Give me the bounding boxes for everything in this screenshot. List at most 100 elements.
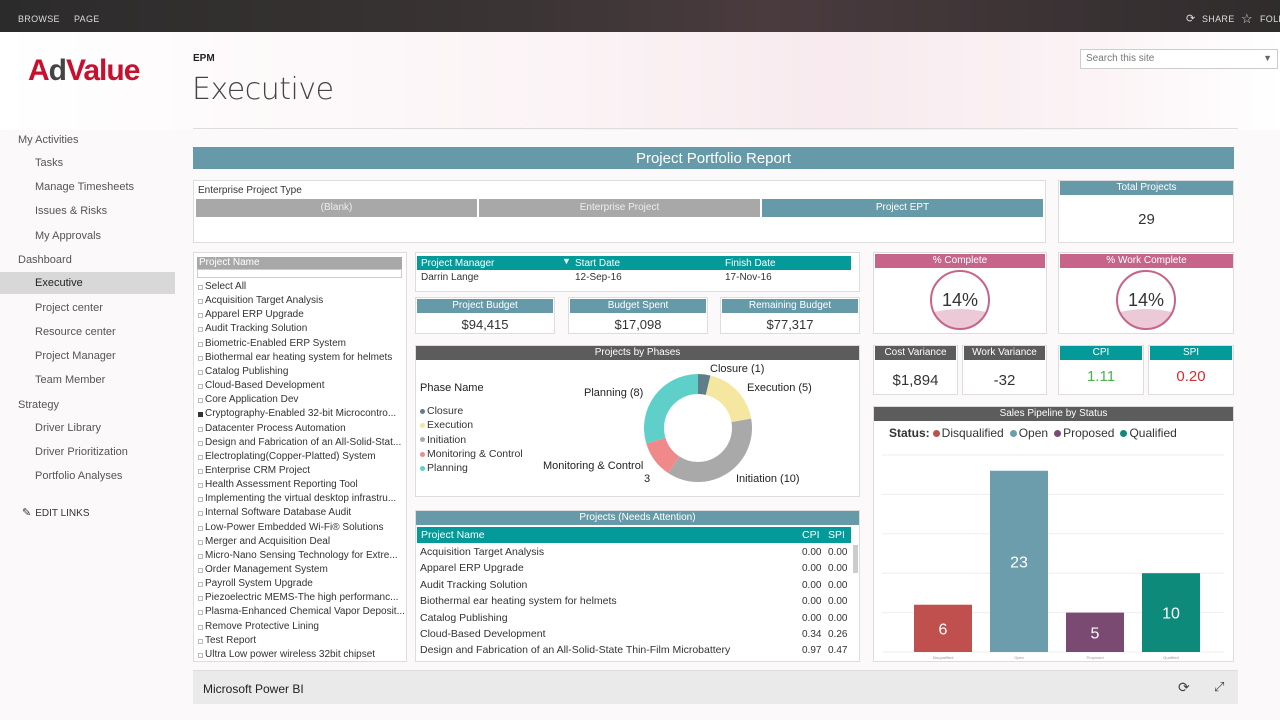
attention-row-name[interactable]: Apparel ERP Upgrade xyxy=(420,562,524,574)
browse-tab[interactable]: BROWSE xyxy=(18,14,60,24)
project-list-item[interactable]: Merger and Acquisition Deal xyxy=(205,536,330,547)
project-list-item[interactable]: Test Report xyxy=(205,635,256,646)
donut-slice-execution[interactable] xyxy=(705,375,752,423)
attention-scrollbar[interactable] xyxy=(853,545,858,573)
site-name[interactable]: EPM xyxy=(193,53,215,64)
project-list-item[interactable]: Datacenter Process Automation xyxy=(205,423,346,434)
sort-down-icon[interactable]: ▼ xyxy=(562,256,571,266)
nav-item-issues-risks[interactable]: Issues & Risks xyxy=(0,200,175,222)
site-logo[interactable]: AdValue xyxy=(28,54,140,88)
project-list-item[interactable]: Low-Power Embedded Wi-Fi® Solutions xyxy=(205,522,384,533)
pm-col-manager[interactable]: Project Manager xyxy=(421,258,494,269)
project-list-item[interactable]: Ultra Low power wireless 32bit chipset xyxy=(205,649,375,660)
attention-row-name[interactable]: Acquisition Target Analysis xyxy=(420,546,544,558)
project-checkbox[interactable] xyxy=(198,596,203,602)
project-list-item[interactable]: Audit Tracking Solution xyxy=(205,323,307,334)
project-checkbox[interactable] xyxy=(198,327,203,333)
share-report-icon[interactable]: ⟳ xyxy=(1178,679,1190,696)
project-checkbox[interactable] xyxy=(198,483,203,489)
pipeline-legend-item[interactable]: Open xyxy=(1009,426,1048,440)
nav-heading-dashboard[interactable]: Dashboard xyxy=(18,254,72,266)
nav-heading-strategy[interactable]: Strategy xyxy=(18,399,59,411)
pipeline-legend-item[interactable]: Proposed xyxy=(1054,426,1114,440)
phase-legend-item[interactable]: Initiation xyxy=(420,434,466,446)
project-checkbox[interactable] xyxy=(198,511,203,517)
project-list-item[interactable]: Design and Fabrication of an All-Solid-S… xyxy=(205,437,401,448)
attention-col-cpi[interactable]: CPI xyxy=(802,529,820,541)
project-checkbox[interactable] xyxy=(198,638,203,644)
follow-link[interactable]: FOLL xyxy=(1260,14,1280,24)
project-checkbox[interactable] xyxy=(198,568,203,573)
project-list-item[interactable]: Micro-Nano Sensing Technology for Extre.… xyxy=(205,550,398,561)
project-checkbox[interactable] xyxy=(198,497,203,503)
donut-slice-planning[interactable] xyxy=(644,374,698,444)
nav-item-team-member[interactable]: Team Member xyxy=(0,369,175,391)
page-tab[interactable]: PAGE xyxy=(74,14,100,24)
attention-row-name[interactable]: Audit Tracking Solution xyxy=(420,579,527,591)
project-checkbox[interactable] xyxy=(198,398,203,404)
nav-item-my-approvals[interactable]: My Approvals xyxy=(0,225,175,247)
share-link[interactable]: SHARE xyxy=(1202,14,1235,24)
nav-item-manage-timesheets[interactable]: Manage Timesheets xyxy=(0,176,175,198)
project-list-item[interactable]: Remove Protective Lining xyxy=(205,621,319,632)
project-list-item[interactable]: Core Application Dev xyxy=(205,394,298,405)
attention-row-name[interactable]: Design and Fabrication of an All-Solid-S… xyxy=(420,644,730,656)
project-list-item[interactable]: Apparel ERP Upgrade xyxy=(205,309,304,320)
nav-item-driver-prioritization[interactable]: Driver Prioritization xyxy=(0,441,175,463)
project-list-item[interactable]: Biothermal ear heating system for helmet… xyxy=(205,352,392,363)
project-checkbox[interactable] xyxy=(198,384,203,390)
project-list-item[interactable]: Cryptography-Enabled 32-bit Microcontro.… xyxy=(205,408,396,419)
project-checkbox[interactable] xyxy=(198,553,203,559)
project-checkbox[interactable] xyxy=(198,582,203,588)
attention-row-name[interactable]: Biothermal ear heating system for helmet… xyxy=(420,595,617,607)
nav-item-project-manager[interactable]: Project Manager xyxy=(0,345,175,367)
project-list-item[interactable]: Health Assessment Reporting Tool xyxy=(205,479,358,490)
attention-col-spi[interactable]: SPI xyxy=(828,529,845,541)
nav-item-portfolio-analyses[interactable]: Portfolio Analyses xyxy=(0,465,175,487)
project-list-item[interactable]: Plasma-Enhanced Chemical Vapor Deposit..… xyxy=(205,606,405,617)
project-checkbox[interactable] xyxy=(198,341,203,347)
project-checkbox[interactable] xyxy=(198,454,203,460)
project-list-item[interactable]: Cloud-Based Development xyxy=(205,380,325,391)
project-checkbox[interactable] xyxy=(198,525,203,531)
project-checkbox[interactable] xyxy=(198,624,203,630)
attention-col-name[interactable]: Project Name xyxy=(421,529,485,541)
project-list-item[interactable]: Select All xyxy=(205,281,246,292)
project-checkbox[interactable] xyxy=(198,539,203,545)
chevron-down-icon[interactable]: ▼ xyxy=(1263,53,1272,63)
project-list-item[interactable]: Electroplating(Copper-Platted) System xyxy=(205,451,376,462)
nav-item-tasks[interactable]: Tasks xyxy=(0,152,175,174)
project-checkbox[interactable] xyxy=(198,440,203,446)
project-list-item[interactable]: Piezoelectric MEMS-The high performanc..… xyxy=(205,592,398,603)
project-list-item[interactable]: Implementing the virtual desktop infrast… xyxy=(205,493,396,504)
project-checkbox[interactable] xyxy=(198,313,203,319)
project-checkbox[interactable] xyxy=(198,369,203,375)
search-input[interactable]: Search this site ▼ xyxy=(1080,49,1278,69)
phase-legend-item[interactable]: Planning xyxy=(420,462,468,474)
project-checkbox[interactable] xyxy=(198,426,203,432)
project-checkbox[interactable] xyxy=(198,412,203,418)
project-checkbox[interactable] xyxy=(198,468,203,474)
project-list-item[interactable]: Biometric-Enabled ERP System xyxy=(205,338,346,349)
project-list-item[interactable]: Internal Software Database Audit xyxy=(205,507,351,518)
phase-legend-item[interactable]: Closure xyxy=(420,405,463,417)
attention-row-name[interactable]: Cloud-Based Development xyxy=(420,628,546,640)
pm-col-start[interactable]: Start Date xyxy=(575,258,620,269)
pm-col-finish[interactable]: Finish Date xyxy=(725,258,776,269)
project-checkbox[interactable] xyxy=(198,285,203,290)
project-list-item[interactable]: Catalog Publishing xyxy=(205,366,288,377)
fullscreen-icon[interactable]: ⤢ xyxy=(1214,679,1224,695)
star-icon[interactable]: ☆ xyxy=(1241,11,1253,27)
pipeline-legend-item[interactable]: Qualified xyxy=(1120,426,1177,440)
ept-button-enterprise-project[interactable]: Enterprise Project xyxy=(479,199,760,217)
edit-links[interactable]: ✎ EDIT LINKS xyxy=(22,506,90,519)
nav-item-project-center[interactable]: Project center xyxy=(0,297,175,319)
ept-button-blank[interactable]: (Blank) xyxy=(196,199,477,217)
project-checkbox[interactable] xyxy=(198,652,203,658)
share-icon[interactable]: ⟳ xyxy=(1186,12,1196,25)
phase-legend-item[interactable]: Execution xyxy=(420,419,473,431)
project-list-item[interactable]: Enterprise CRM Project xyxy=(205,465,310,476)
nav-item-executive[interactable]: Executive xyxy=(0,272,175,294)
project-checkbox[interactable] xyxy=(198,299,203,305)
nav-heading-my-activities[interactable]: My Activities xyxy=(18,134,79,146)
